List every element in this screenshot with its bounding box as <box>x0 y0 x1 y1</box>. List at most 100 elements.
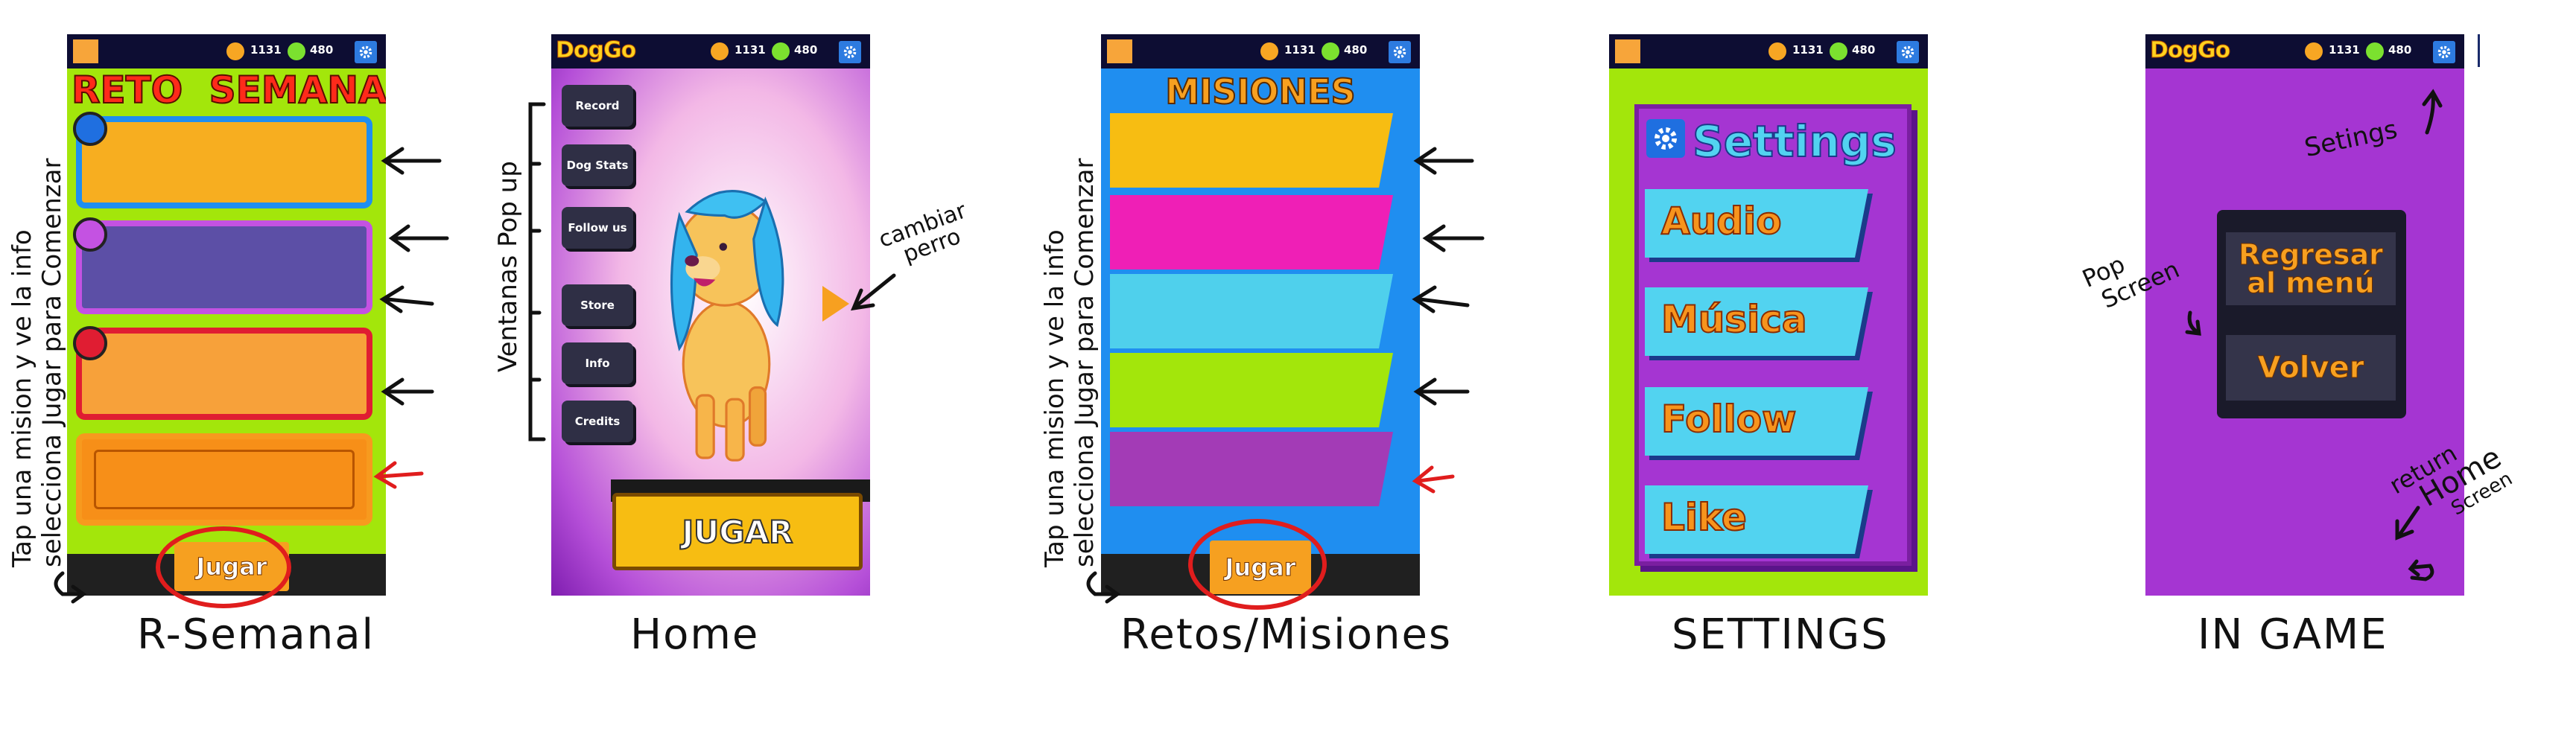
settings-gear-button[interactable] <box>1389 41 1411 63</box>
return-menu-button[interactable]: Regresar al menú <box>2226 232 2396 305</box>
mission-badge-2 <box>73 217 107 252</box>
screen-settings: 1131 480 Settings Audio Música Follow Li… <box>1609 34 1928 596</box>
screen-reto-semanal: 1131 480 RETO SEMANAL Jugar <box>67 34 386 596</box>
mission-card-5[interactable] <box>1110 432 1393 506</box>
arrow-left-icon <box>1413 377 1470 406</box>
coin-icon <box>1260 42 1278 60</box>
credits-button[interactable]: Credits <box>562 401 633 442</box>
arrow-left-icon <box>381 377 434 406</box>
mission-card-2[interactable] <box>1110 195 1393 270</box>
menu-square-icon[interactable] <box>73 39 98 63</box>
note-change-dog: cambiar perro <box>875 197 977 272</box>
mission-card-1[interactable] <box>1110 113 1393 188</box>
note-line: Tap una mision y ve la info <box>1040 229 1070 567</box>
gear-icon <box>1901 45 1914 59</box>
arrow-left-icon <box>1413 147 1474 175</box>
mission-card-1[interactable] <box>76 116 372 208</box>
info-button[interactable]: Info <box>562 342 633 384</box>
note-popup-windows: Ventanas Pop up <box>493 161 523 372</box>
dog-character-image[interactable] <box>648 168 805 466</box>
dog-stats-button[interactable]: Dog Stats <box>562 144 633 186</box>
top-bar: DogGo 1131 480 <box>2145 34 2464 68</box>
mission-card-4[interactable] <box>76 433 372 526</box>
note-vertical-misiones: Tap una mision y ve la info selecciona J… <box>1040 16 1100 567</box>
page-title: MISIONES <box>1164 71 1356 112</box>
change-dog-arrow-icon[interactable] <box>822 286 849 322</box>
audio-label: Audio <box>1660 199 1783 243</box>
red-arrow-left-icon <box>1412 465 1455 494</box>
like-button[interactable]: Like <box>1645 485 1873 558</box>
mission-badge-3 <box>73 326 107 360</box>
popup-bracket <box>528 102 546 441</box>
note-line: selecciona Jugar para Comenzar <box>1070 158 1100 567</box>
caption-home: Home <box>630 610 760 659</box>
caption-misiones: Retos/Misiones <box>1120 610 1453 659</box>
gem-icon <box>2366 42 2384 60</box>
coin-count: 1131 <box>1284 43 1316 57</box>
music-button[interactable]: Música <box>1645 287 1873 360</box>
note-vertical-semanal: Tap una mision y ve la info selecciona J… <box>7 16 67 567</box>
top-bar: 1131 480 <box>67 34 386 68</box>
settings-gear-button[interactable] <box>839 41 861 63</box>
brand-logo: DogGo <box>555 37 636 64</box>
coin-count: 1131 <box>2329 43 2360 57</box>
record-button[interactable]: Record <box>562 85 633 127</box>
settings-gear-button[interactable] <box>2433 41 2455 63</box>
arrow-left-icon <box>381 147 442 175</box>
gem-count: 480 <box>794 43 818 57</box>
store-button[interactable]: Store <box>562 284 633 326</box>
follow-us-button[interactable]: Follow us <box>562 207 633 249</box>
note-line: selecciona Jugar para Comenzar <box>37 158 67 567</box>
like-label: Like <box>1660 495 1748 540</box>
gear-icon <box>2437 45 2451 59</box>
coin-icon <box>2305 42 2323 60</box>
top-bar: 1131 480 <box>1609 34 1928 68</box>
mission-badge-1 <box>73 112 107 146</box>
top-bar: DogGo 1131 480 <box>551 34 870 68</box>
caption-settings: SETTINGS <box>1672 610 1889 659</box>
pause-popup: Regresar al menú Volver <box>2217 210 2406 418</box>
coin-icon <box>1768 42 1786 60</box>
jugar-button[interactable]: Jugar <box>174 542 289 591</box>
screen-misiones: 1131 480 MISIONES Jugar <box>1101 34 1420 596</box>
gem-icon <box>288 42 305 60</box>
page-title: RETO SEMANAL <box>71 68 386 112</box>
menu-square-icon[interactable] <box>1615 39 1640 63</box>
frame-edge-line <box>2478 34 2480 67</box>
brand-logo: DogGo <box>2149 37 2230 64</box>
settings-gear-button[interactable] <box>355 41 377 63</box>
music-label: Música <box>1660 297 1808 342</box>
play-button[interactable]: JUGAR <box>612 493 863 570</box>
settings-title: Settings <box>1692 115 1897 168</box>
coin-count: 1131 <box>250 43 282 57</box>
mission-card-2[interactable] <box>76 220 372 314</box>
gear-icon <box>1393 45 1406 59</box>
arrow-left-icon <box>379 285 434 313</box>
caption-in-game: IN GAME <box>2198 610 2388 659</box>
mission-card-4[interactable] <box>1110 353 1393 427</box>
settings-gear-icon <box>1646 119 1685 158</box>
mission-card-3[interactable] <box>76 328 372 420</box>
gem-icon <box>1830 42 1847 60</box>
gem-count: 480 <box>1852 43 1876 57</box>
jugar-button[interactable]: Jugar <box>1210 541 1311 594</box>
arrow-left-icon <box>1412 285 1470 313</box>
follow-button[interactable]: Follow <box>1645 387 1873 460</box>
coin-count: 1131 <box>735 43 766 57</box>
screen-home: DogGo 1131 480 Record Dog Stats Follow u… <box>551 34 870 596</box>
back-button[interactable]: Volver <box>2226 335 2396 401</box>
menu-square-icon[interactable] <box>1107 39 1132 63</box>
mission-card-3[interactable] <box>1110 274 1393 348</box>
follow-label: Follow <box>1660 397 1797 441</box>
gem-icon <box>1322 42 1339 60</box>
note-line: Tap una mision y ve la info <box>7 229 37 567</box>
coin-icon <box>711 42 729 60</box>
settings-gear-button[interactable] <box>1897 41 1919 63</box>
audio-button[interactable]: Audio <box>1645 189 1873 262</box>
arrow-left-icon <box>388 224 449 252</box>
gear-icon <box>359 45 372 59</box>
gem-count: 480 <box>1344 43 1368 57</box>
popup-label: Ventanas Pop up <box>493 161 523 372</box>
coin-count: 1131 <box>1792 43 1824 57</box>
gear-icon <box>843 45 857 59</box>
